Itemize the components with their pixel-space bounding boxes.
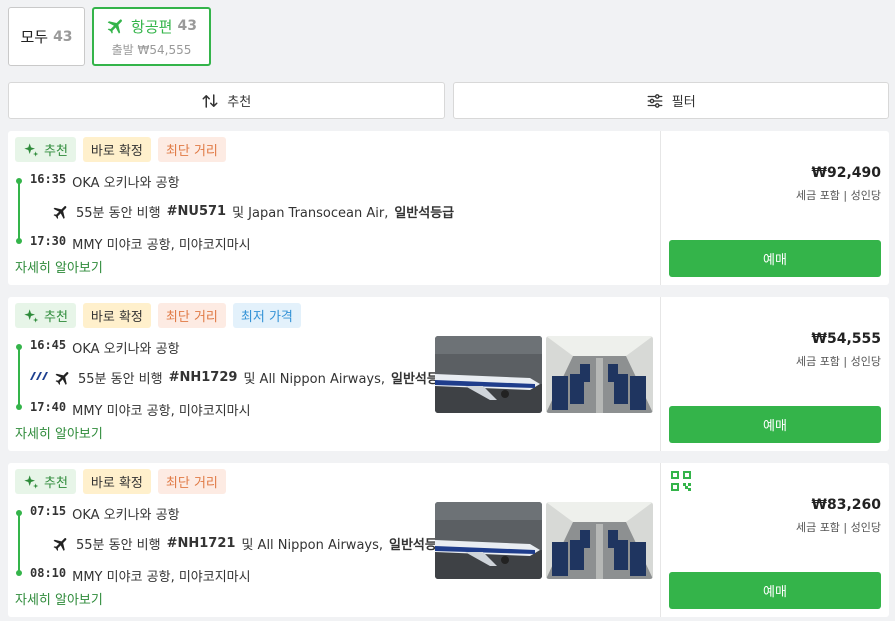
airline-name: 및 Japan Transocean Air, [232, 206, 389, 221]
tab-flights-count: 43 [177, 18, 197, 34]
arrival-place: MMY 미야코 공항, 미야코지마시 [72, 404, 251, 419]
arrival-time: 08:10 [30, 566, 67, 580]
price-note: 세금 포함 | 성인당 [795, 189, 881, 202]
details-link[interactable]: 자세히 알아보기 [15, 423, 103, 442]
sparkle-icon [24, 308, 39, 323]
price: ₩83,260 [811, 497, 881, 513]
airline-name: 및 All Nippon Airways, [243, 372, 386, 387]
details-link[interactable]: 자세히 알아보기 [15, 257, 103, 276]
flight-duration: 55분 동안 비행 [78, 372, 163, 387]
result-card[interactable]: 추천 바로 확정 최단 거리 최저 가격 16:45 OKA 오키나와 공항 5… [8, 297, 889, 451]
tab-all-count: 43 [53, 28, 73, 45]
cabin-interior-photo[interactable] [546, 502, 653, 579]
result-card[interactable]: 추천 바로 확정 최단 거리 16:35 OKA 오키나와 공항 55분 동안 … [8, 131, 889, 285]
airplane-icon [55, 371, 69, 385]
flight-info: 55분 동안 비행 #NU571 및 Japan Transocean Air,… [52, 202, 454, 221]
arrival-row: 17:40 MMY 미야코 공항, 미야코지마시 [30, 400, 251, 419]
badge-recommended: 추천 [15, 303, 76, 328]
filter-button[interactable]: 필터 [452, 82, 889, 119]
aircraft-exterior-photo[interactable] [435, 502, 542, 579]
arrival-row: 08:10 MMY 미야코 공항, 미야코지마시 [30, 566, 251, 585]
airline-name: 및 All Nippon Airways, [241, 538, 384, 553]
departure-row: 16:45 OKA 오키나와 공항 [30, 338, 180, 357]
badge-lowest-price: 최저 가격 [232, 303, 301, 328]
departure-place: OKA 오키나와 공항 [72, 176, 180, 191]
badge-instant-confirm: 바로 확정 [82, 303, 151, 328]
sort-label: 추천 [227, 95, 252, 110]
flight-number: #NH1721 [166, 536, 236, 551]
tab-all[interactable]: 모두 43 [8, 7, 85, 66]
price-note: 세금 포함 | 성인당 [795, 355, 881, 368]
tab-all-label: 모두 [20, 28, 49, 46]
departure-time: 07:15 [30, 504, 67, 518]
cabin-class: 일반석등급 [394, 206, 455, 221]
sliders-icon [647, 93, 663, 108]
book-button[interactable]: 예매 [669, 240, 881, 277]
departure-time: 16:35 [30, 172, 67, 186]
tab-flights-min-price: 출발 ₩54,555 [111, 42, 192, 57]
badge-text: 추천 [44, 476, 68, 491]
sparkle-icon [24, 142, 39, 157]
departure-time: 16:45 [30, 338, 67, 352]
book-button[interactable]: 예매 [669, 572, 881, 609]
airplane-icon [53, 537, 67, 551]
flight-number: #NH1729 [168, 370, 238, 385]
arrival-row: 17:30 MMY 미야코 공항, 미야코지마시 [30, 234, 251, 253]
price: ₩92,490 [811, 165, 881, 181]
book-button[interactable]: 예매 [669, 406, 881, 443]
filter-label: 필터 [671, 95, 696, 110]
tab-flights[interactable]: 항공편 43 출발 ₩54,555 [92, 7, 211, 66]
airplane-icon [107, 19, 122, 34]
arrival-place: MMY 미야코 공항, 미야코지마시 [72, 238, 251, 253]
airplane-icon [53, 205, 67, 219]
sparkle-icon [24, 474, 39, 489]
aircraft-exterior-photo[interactable] [435, 336, 542, 413]
sort-button[interactable]: 추천 [8, 82, 445, 119]
cabin-interior-photo[interactable] [546, 336, 653, 413]
flight-info: 55분 동안 비행 #NH1721 및 All Nippon Airways, … [52, 534, 449, 553]
badge-shortest: 최단 거리 [157, 303, 226, 328]
departure-place: OKA 오키나와 공항 [72, 342, 180, 357]
departure-place: OKA 오키나와 공항 [72, 508, 180, 523]
arrival-place: MMY 미야코 공항, 미야코지마시 [72, 570, 251, 585]
badge-text: 추천 [44, 144, 68, 159]
badge-recommended: 추천 [15, 137, 76, 162]
photo-gallery[interactable] [435, 336, 653, 413]
details-link[interactable]: 자세히 알아보기 [15, 589, 103, 608]
arrival-time: 17:40 [30, 400, 67, 414]
badge-instant-confirm: 바로 확정 [82, 469, 151, 494]
badge-shortest: 최단 거리 [157, 137, 226, 162]
badge-recommended: 추천 [15, 469, 76, 494]
sort-icon [202, 93, 218, 108]
badge-shortest: 최단 거리 [157, 469, 226, 494]
departure-row: 07:15 OKA 오키나와 공항 [30, 504, 180, 523]
price-note: 세금 포함 | 성인당 [795, 521, 881, 534]
tab-flights-label: 항공편 [131, 17, 173, 36]
flight-duration: 55분 동안 비행 [76, 206, 161, 221]
price: ₩54,555 [811, 331, 881, 347]
badge-instant-confirm: 바로 확정 [82, 137, 151, 162]
arrival-time: 17:30 [30, 234, 67, 248]
departure-row: 16:35 OKA 오키나와 공항 [30, 172, 180, 191]
photo-gallery[interactable] [435, 502, 653, 579]
flight-number: #NU571 [166, 204, 227, 219]
qr-code-icon [671, 471, 691, 491]
flight-duration: 55분 동안 비행 [76, 538, 161, 553]
badge-text: 추천 [44, 310, 68, 325]
flight-info: 55분 동안 비행 #NH1729 및 All Nippon Airways, … [30, 368, 451, 387]
result-card[interactable]: 추천 바로 확정 최단 거리 07:15 OKA 오키나와 공항 55분 동안 … [8, 463, 889, 617]
airline-logo [30, 372, 48, 383]
category-tabs: 모두 43 항공편 43 출발 ₩54,555 [8, 7, 211, 66]
toolbar: 추천 필터 [8, 82, 889, 119]
